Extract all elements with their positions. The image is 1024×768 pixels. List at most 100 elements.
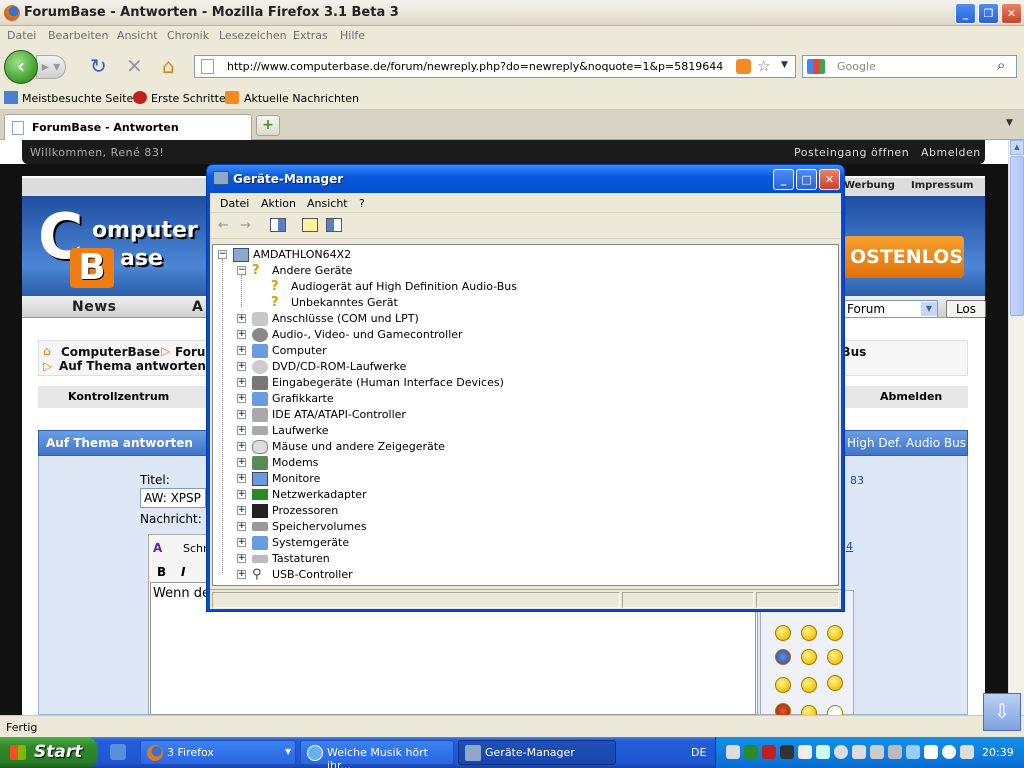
tray-icon[interactable] <box>744 745 758 759</box>
menu-extras[interactable]: Extras <box>293 29 328 42</box>
tray-icon[interactable] <box>762 745 776 759</box>
expand-icon[interactable]: + <box>237 474 246 483</box>
tray-icon[interactable] <box>726 745 740 759</box>
back-button[interactable]: ‹ <box>4 50 38 84</box>
menu-datei[interactable]: Datei <box>7 29 36 42</box>
menu-bearbeiten[interactable]: Bearbeiten <box>48 29 108 42</box>
console-tree-icon[interactable] <box>270 218 286 232</box>
minimize-icon[interactable]: _ <box>773 169 794 190</box>
inbox-link[interactable]: Posteingang öffnen <box>794 146 909 159</box>
device-tree[interactable]: − AMDATHLON64X2 − ? Andere Geräte ? Audi… <box>212 244 839 586</box>
dm-menu-ansicht[interactable]: Ansicht <box>307 197 348 210</box>
smiley-icon[interactable] <box>827 705 843 715</box>
smiley-icon[interactable] <box>827 625 843 641</box>
menu-lesezeichen[interactable]: Lesezeichen <box>219 29 287 42</box>
nav-a[interactable]: A <box>192 299 203 315</box>
smiley-icon[interactable] <box>775 703 791 715</box>
forum-select[interactable]: Forum ▼ <box>842 300 938 318</box>
firefox-title-bar[interactable]: ForumBase - Antworten - Mozilla Firefox … <box>0 0 1024 26</box>
download-arrow-icon[interactable]: ⇩ <box>983 693 1021 731</box>
expand-icon[interactable]: + <box>237 554 246 563</box>
dm-menu-help[interactable]: ? <box>359 197 365 210</box>
smiley-icon[interactable] <box>827 675 843 691</box>
bookmark-star-icon[interactable]: ☆ <box>757 57 770 75</box>
logo-ase[interactable]: ase <box>120 246 163 271</box>
expand-icon[interactable]: + <box>237 490 246 499</box>
tray-icon[interactable] <box>888 745 902 759</box>
expand-icon[interactable]: + <box>237 362 246 371</box>
expand-icon[interactable]: + <box>237 442 246 451</box>
expand-icon[interactable]: + <box>237 458 246 467</box>
go-button[interactable]: Los <box>946 300 986 318</box>
expand-icon[interactable]: + <box>237 330 246 339</box>
chevron-down-icon[interactable]: ▼ <box>921 302 937 316</box>
ad-banner[interactable]: OSTENLOS <box>844 236 964 278</box>
message-text[interactable]: Wenn de <box>153 586 210 601</box>
menu-hilfe[interactable]: Hilfe <box>340 29 365 42</box>
minimize-icon[interactable]: _ <box>955 3 976 24</box>
expand-icon[interactable]: + <box>237 570 246 579</box>
font-color-icon[interactable]: A <box>153 541 162 555</box>
italic-icon[interactable]: I <box>181 565 185 579</box>
expand-icon[interactable]: + <box>237 346 246 355</box>
url-dropdown-icon[interactable]: ▼ <box>781 60 788 70</box>
new-tab-button[interactable]: + <box>256 115 280 136</box>
stop-icon[interactable]: ✕ <box>126 56 143 76</box>
logo-omputer[interactable]: omputer <box>92 218 198 243</box>
page-scrollbar[interactable]: ▲ <box>1008 140 1024 715</box>
reload-icon[interactable]: ↻ <box>90 56 107 76</box>
expand-icon[interactable]: + <box>237 506 246 515</box>
bold-icon[interactable]: B <box>157 565 166 579</box>
tab-list-icon[interactable]: ▼ <box>1006 118 1013 128</box>
taskbar-device-manager[interactable]: Geräte-Manager <box>458 740 616 765</box>
tray-icon[interactable] <box>960 745 974 759</box>
search-bar[interactable]: Google ⌕ <box>802 55 1017 78</box>
smiley-icon[interactable] <box>801 649 817 665</box>
collapse-icon[interactable]: − <box>218 250 227 259</box>
control-logout-link[interactable]: Abmelden <box>880 390 942 403</box>
right-link-4[interactable]: 4 <box>846 540 853 553</box>
expand-icon[interactable]: + <box>237 314 246 323</box>
smiley-icon[interactable] <box>775 625 791 641</box>
menu-chronik[interactable]: Chronik <box>167 29 209 42</box>
network-icon[interactable] <box>924 745 938 759</box>
menu-ansicht[interactable]: Ansicht <box>117 29 158 42</box>
scroll-thumb[interactable] <box>1010 156 1024 316</box>
start-button[interactable]: Start <box>0 737 98 768</box>
smiley-icon[interactable] <box>801 677 817 693</box>
tab-forumbase[interactable]: ForumBase - Antworten <box>4 114 252 141</box>
properties-icon[interactable] <box>302 218 318 232</box>
volume-icon[interactable] <box>798 745 812 759</box>
tray-icon[interactable] <box>870 745 884 759</box>
bookmark-erste-schritte[interactable]: Erste Schritte <box>151 92 226 105</box>
breadcrumb-home[interactable]: ComputerBase <box>61 345 160 359</box>
tray-icon[interactable] <box>834 745 848 759</box>
right-link-83[interactable]: 83 <box>850 474 864 487</box>
clock[interactable]: 20:39 <box>982 746 1014 759</box>
smiley-icon[interactable] <box>801 705 817 715</box>
close-icon[interactable]: ✕ <box>819 169 840 190</box>
expand-icon[interactable]: + <box>237 394 246 403</box>
tray-icon[interactable] <box>852 745 866 759</box>
expand-icon[interactable]: + <box>237 426 246 435</box>
url-text[interactable]: http://www.computerbase.de/forum/newrepl… <box>227 60 723 73</box>
expand-icon[interactable]: + <box>237 538 246 547</box>
collapse-icon[interactable]: − <box>237 266 246 275</box>
logo-letter-b[interactable]: B <box>70 248 114 288</box>
google-icon[interactable] <box>807 59 825 74</box>
breadcrumb-forum[interactable]: Foru <box>175 345 205 359</box>
search-placeholder[interactable]: Google <box>837 60 876 73</box>
language-indicator[interactable]: DE <box>691 746 706 759</box>
search-icon[interactable]: ⌕ <box>997 56 1005 74</box>
logout-link[interactable]: Abmelden <box>921 146 981 159</box>
restore-icon[interactable]: ❐ <box>978 3 999 24</box>
tray-icon[interactable] <box>780 745 794 759</box>
smiley-icon[interactable] <box>775 677 791 693</box>
tray-icon[interactable] <box>816 745 830 759</box>
title-input[interactable]: AW: XPSP <box>140 488 206 508</box>
scroll-up-icon[interactable]: ▲ <box>1010 140 1024 155</box>
forward-button[interactable]: ▸ ▾ <box>36 55 66 79</box>
forward-arrow-icon[interactable]: → <box>240 218 251 233</box>
control-center-link[interactable]: Kontrollzentrum <box>68 390 169 403</box>
bookmark-meistbesuchte[interactable]: Meistbesuchte Seiten <box>22 92 140 105</box>
